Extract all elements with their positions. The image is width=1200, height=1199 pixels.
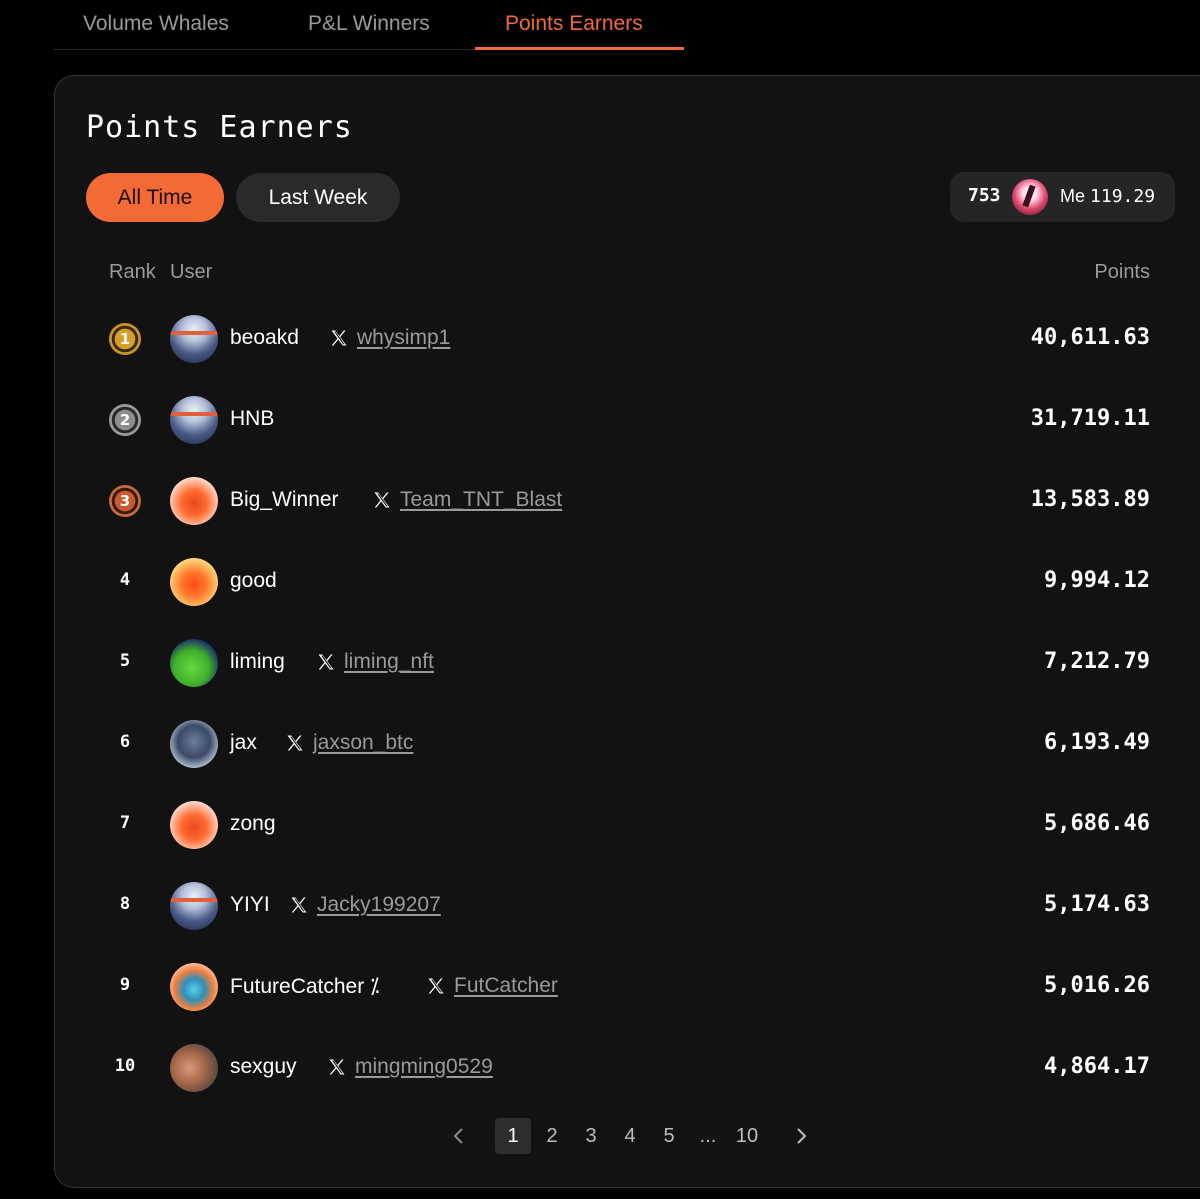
rank-number: 7 (119, 813, 131, 833)
points-value: 5,016.26 (1044, 973, 1150, 998)
page-button-3[interactable]: 3 (577, 1118, 605, 1154)
my-score-value: 119.29 (1090, 186, 1156, 207)
user-avatar[interactable] (170, 801, 218, 849)
leaderboard-row[interactable]: 9 FutureCatcher ⁒ FutCatcher 5,016.26 (55, 957, 1200, 1017)
all-time-filter-button[interactable]: All Time (86, 173, 224, 222)
card-title: Points Earners (86, 110, 353, 145)
rank-number: 6 (119, 732, 131, 752)
points-value: 5,686.46 (1044, 811, 1150, 836)
x-handle[interactable]: mingming0529 (355, 1055, 493, 1079)
rank-number: 9 (119, 975, 131, 995)
points-value: 9,994.12 (1044, 568, 1150, 593)
points-value: 40,611.63 (1030, 325, 1150, 350)
x-profile-link[interactable]: Jacky199207 (289, 893, 441, 917)
pagination: 1 2 3 4 5 ... 10 (445, 1118, 825, 1154)
leaderboard-row[interactable]: 5 liming liming_nft 7,212.79 (55, 633, 1200, 693)
username[interactable]: HNB (230, 407, 274, 431)
leaderboard-row[interactable]: 10 sexguy mingming0529 4,864.17 (55, 1038, 1200, 1098)
chevron-right-icon[interactable] (787, 1118, 815, 1154)
x-profile-link[interactable]: liming_nft (316, 650, 434, 674)
x-profile-link[interactable]: jaxson_btc (285, 731, 413, 755)
user-avatar[interactable] (170, 963, 218, 1011)
leaderboard-row[interactable]: 7 zong 5,686.46 (55, 795, 1200, 855)
points-value: 5,174.63 (1044, 892, 1150, 917)
page-button-5[interactable]: 5 (655, 1118, 683, 1154)
points-earners-card: Points Earners All Time Last Week 753 Me… (54, 75, 1200, 1188)
bronze-medal-icon: 3 (109, 485, 141, 517)
silver-medal-icon: 2 (109, 404, 141, 436)
user-avatar[interactable] (170, 720, 218, 768)
leaderboard-row[interactable]: 1 beoakd whysimp1 40,611.63 (55, 309, 1200, 369)
page-ellipsis: ... (699, 1124, 717, 1147)
leaderboard-row[interactable]: 3 Big_Winner Team_TNT_Blast 13,583.89 (55, 471, 1200, 531)
user-avatar[interactable] (170, 1044, 218, 1092)
username[interactable]: zong (230, 812, 276, 836)
rank-number: 5 (119, 651, 131, 671)
x-handle[interactable]: FutCatcher (454, 974, 558, 998)
x-handle[interactable]: liming_nft (344, 650, 434, 674)
chevron-left-icon[interactable] (445, 1118, 473, 1154)
x-profile-link[interactable]: Team_TNT_Blast (372, 488, 562, 512)
x-logo-icon (374, 492, 390, 508)
leaderboard-row[interactable]: 2 HNB 31,719.11 (55, 390, 1200, 450)
username[interactable]: beoakd (230, 326, 299, 350)
leaderboard-tabs: Volume Whales P&L Winners Points Earners (54, 0, 684, 50)
my-score: Me 119.29 (1060, 186, 1155, 207)
username[interactable]: FutureCatcher ⁒ (230, 974, 380, 999)
user-avatar[interactable] (170, 558, 218, 606)
username[interactable]: jax (230, 731, 257, 755)
x-handle[interactable]: whysimp1 (357, 326, 450, 350)
x-logo-icon (329, 1059, 345, 1075)
points-value: 31,719.11 (1030, 406, 1150, 431)
x-logo-icon (291, 897, 307, 913)
user-avatar[interactable] (170, 882, 218, 930)
rank-number: 4 (119, 570, 131, 590)
my-label: Me (1060, 186, 1086, 206)
user-avatar[interactable] (170, 396, 218, 444)
rank-number: 10 (114, 1056, 136, 1076)
leaderboard-row[interactable]: 6 jax jaxson_btc 6,193.49 (55, 714, 1200, 774)
username[interactable]: good (230, 569, 277, 593)
tab-points-earners[interactable]: Points Earners (505, 12, 643, 36)
column-header-rank: Rank (109, 261, 156, 283)
x-logo-icon (318, 654, 334, 670)
column-header-points: Points (1094, 261, 1150, 283)
x-handle[interactable]: Jacky199207 (317, 893, 441, 917)
x-logo-icon (287, 735, 303, 751)
x-handle[interactable]: jaxson_btc (313, 731, 413, 755)
rank-number: 8 (119, 894, 131, 914)
leaderboard-row[interactable]: 8 YIYI Jacky199207 5,174.63 (55, 876, 1200, 936)
page-button-1[interactable]: 1 (495, 1118, 531, 1154)
username[interactable]: sexguy (230, 1055, 297, 1079)
points-value: 7,212.79 (1044, 649, 1150, 674)
x-profile-link[interactable]: whysimp1 (329, 326, 450, 350)
x-logo-icon (428, 978, 444, 994)
my-avatar (1012, 179, 1048, 215)
points-value: 4,864.17 (1044, 1054, 1150, 1079)
x-logo-icon (331, 330, 347, 346)
x-profile-link[interactable]: FutCatcher (426, 974, 558, 998)
page-button-4[interactable]: 4 (616, 1118, 644, 1154)
x-profile-link[interactable]: mingming0529 (327, 1055, 493, 1079)
user-avatar[interactable] (170, 639, 218, 687)
user-avatar[interactable] (170, 315, 218, 363)
username[interactable]: liming (230, 650, 285, 674)
user-avatar[interactable] (170, 477, 218, 525)
tab-volume-whales[interactable]: Volume Whales (83, 12, 229, 36)
x-handle[interactable]: Team_TNT_Blast (400, 488, 562, 512)
page-button-2[interactable]: 2 (538, 1118, 566, 1154)
gold-medal-icon: 1 (109, 323, 141, 355)
username[interactable]: YIYI (230, 893, 270, 917)
my-rank-badge: 753 Me 119.29 (950, 172, 1175, 222)
column-header-user: User (170, 261, 213, 283)
active-tab-indicator (475, 47, 684, 50)
my-rank-number: 753 (968, 185, 1001, 206)
page-button-10[interactable]: 10 (733, 1118, 761, 1154)
points-value: 6,193.49 (1044, 730, 1150, 755)
tab-pl-winners[interactable]: P&L Winners (308, 12, 430, 36)
leaderboard-row[interactable]: 4 good 9,994.12 (55, 552, 1200, 612)
username[interactable]: Big_Winner (230, 488, 339, 512)
last-week-filter-button[interactable]: Last Week (236, 173, 400, 222)
points-value: 13,583.89 (1030, 487, 1150, 512)
